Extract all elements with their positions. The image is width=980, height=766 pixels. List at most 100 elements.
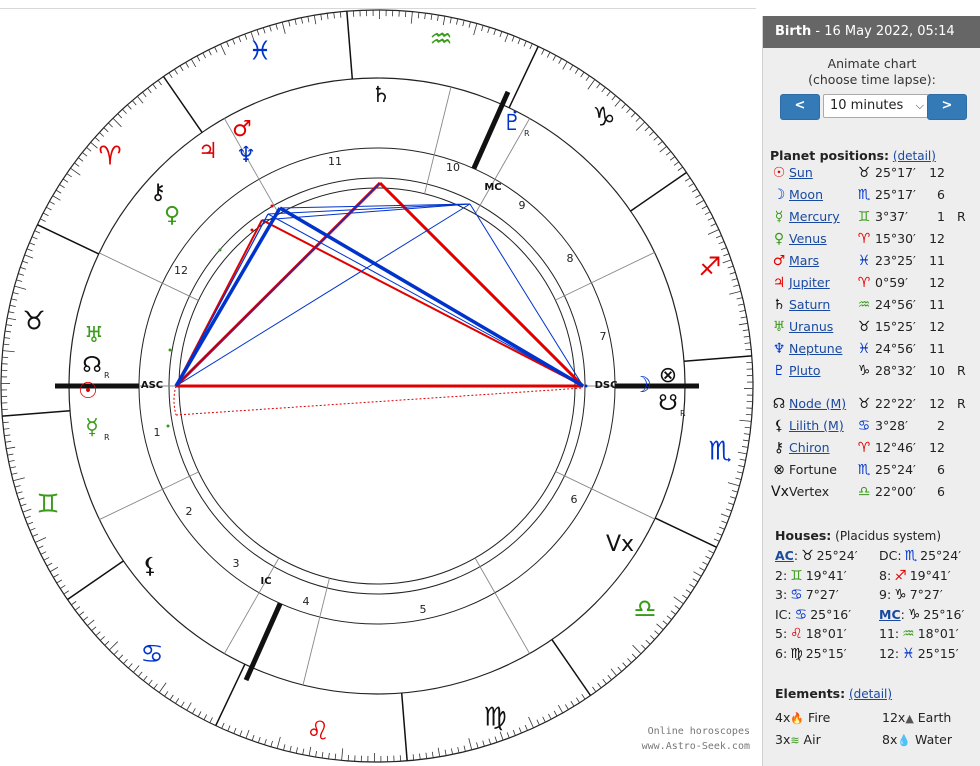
planet-name[interactable]: Node (M) [789, 393, 846, 415]
planet-house: 6 [937, 462, 945, 477]
planet-name[interactable]: Mercury [789, 206, 840, 228]
element-cell: 3x≋ Air [775, 730, 821, 751]
sign-glyph-icon: ♓ [857, 341, 871, 357]
sign-glyph-icon: ♑ [907, 606, 921, 623]
planet-name[interactable]: Saturn [789, 294, 830, 316]
planet-name[interactable]: Lilith (M) [789, 415, 844, 437]
house-degree: 7°27′ [909, 587, 943, 602]
planet-row: ⚷ Chiron ♈ 12°46′ 12 [763, 437, 980, 459]
fire-icon: 🔥 [790, 712, 805, 725]
sign-glyph-icon: ♉ [857, 319, 871, 335]
time-lapse-value: 10 minutes [830, 98, 904, 113]
sign-glyph-icon: ♏ [857, 462, 871, 478]
sign-glyph-icon: ♓ [902, 645, 915, 662]
house-row: 2: ♊ 19°41′ 8: ♐ 19°41′ [775, 566, 980, 586]
zodiac-sign-icon: ♎ [633, 595, 656, 625]
elements-detail-link[interactable]: (detail) [849, 687, 892, 701]
house-degree: 7°27′ [805, 587, 839, 602]
planet-row: ⚸ Lilith (M) ♋ 3°28′ 2 [763, 415, 980, 437]
planet-name[interactable]: Mars [789, 250, 819, 272]
planet-row: ☉ Sun ♉ 25°17′ 12 [763, 162, 980, 184]
planet-degree: 25°17′ [875, 165, 916, 180]
animate-label: Animate chart (choose time lapse): [763, 56, 980, 88]
house-label[interactable]: MC [879, 607, 901, 622]
planet-glyph-icon: ♇ [772, 363, 786, 379]
house-colon: : [782, 626, 788, 641]
planet-row: ☽ Moon ♏ 25°17′ 6 [763, 184, 980, 206]
house-number: 7 [600, 330, 607, 343]
sidebar: Birth - 16 May 2022, 05:14 Animate chart… [762, 16, 980, 766]
retrograde-marker: R [680, 409, 686, 418]
time-lapse-select[interactable]: 10 minutes ⌵ [823, 94, 929, 118]
element-count: 3x [775, 732, 791, 747]
planet-row: ☊ Node (M) ♉ 22°22′ 12 R [763, 393, 980, 415]
planet-retrograde: R [957, 396, 966, 411]
planet-degree: 12°46′ [875, 440, 916, 455]
planet-glyph-icon: ☉ [78, 379, 98, 404]
house-label: 5 [775, 626, 783, 641]
house-label[interactable]: AC [775, 548, 794, 563]
house-degree: 25°15′ [917, 645, 959, 661]
house-degree: 18°01′ [805, 626, 847, 641]
planet-name[interactable]: Neptune [789, 338, 842, 360]
house-label: 9 [879, 587, 887, 602]
planet-name[interactable]: Uranus [789, 316, 833, 338]
chevron-down-icon: ⌵ [915, 99, 924, 112]
house-degree: 19°41′ [909, 567, 951, 583]
planet-name[interactable]: Chiron [789, 437, 830, 459]
planet-glyph-icon: ♂ [232, 117, 252, 142]
planet-glyph-icon: ☊ [82, 353, 102, 378]
natal-chart-wheel: ♓ ♒♑♐♏♎♍♌♋♊♉♈ASC DSCMCIC123456789101112♇ R♄… [0, 9, 754, 763]
planet-house: 12 [929, 319, 945, 334]
planet-glyph-icon: ⚷ [773, 440, 785, 456]
house-colon: : [897, 548, 902, 563]
planet-house: 6 [937, 484, 945, 499]
house-row: IC: ♋ 25°16′ MC: ♑ 25°16′ [775, 605, 980, 625]
prev-button[interactable]: < [780, 94, 820, 120]
planet-row: ♇ Pluto ♑ 28°32′ 10 R [763, 360, 980, 382]
planet-house: 12 [929, 275, 945, 290]
element-cell: 12x▲ Earth [882, 708, 951, 729]
planet-name[interactable]: Jupiter [789, 272, 830, 294]
planet-name[interactable]: Sun [789, 162, 813, 184]
house-label: 6 [775, 645, 783, 661]
houses-heading: Houses: (Placidus system) [775, 528, 941, 543]
planets-title: Planet positions: [770, 148, 890, 163]
planet-row: ♆ Neptune ♓ 24°56′ 11 [763, 338, 980, 360]
house-colon: : [886, 567, 892, 583]
house-degree: 25°15′ [805, 645, 847, 661]
planet-glyph-icon: ♂ [772, 253, 786, 269]
retrograde-marker: R [104, 371, 110, 380]
planet-degree: 15°25′ [875, 319, 916, 334]
sign-glyph-icon: ♑ [857, 363, 871, 379]
house-colon: : [886, 587, 892, 602]
planet-retrograde: R [957, 209, 966, 224]
sign-glyph-icon: ♏ [857, 187, 871, 203]
planet-degree: 22°22′ [875, 396, 916, 411]
houses-title: Houses: [775, 528, 832, 543]
planet-name[interactable]: Pluto [789, 360, 820, 382]
planet-name[interactable]: Venus [789, 228, 827, 250]
sign-glyph-icon: ♍ [790, 645, 803, 662]
house-degree: 25°24′ [920, 548, 962, 563]
next-button[interactable]: > [927, 94, 967, 120]
planet-degree: 24°56′ [875, 341, 916, 356]
house-degree: 18°01′ [917, 626, 959, 641]
house-number: 10 [446, 161, 460, 174]
planet-house: 11 [929, 253, 945, 268]
planet-glyph-icon: ♃ [198, 139, 218, 164]
planet-row: Vx Vertex ♎ 22°00′ 6 [763, 481, 980, 503]
watermark-line-2: www.Astro-Seek.com [641, 741, 750, 752]
planet-glyph-icon: ☽ [772, 187, 786, 203]
planet-glyph-icon: ⚸ [773, 418, 785, 434]
planet-row: ♃ Jupiter ♈ 0°59′ 12 [763, 272, 980, 294]
house-cell: AC: ♉ 25°24′ [775, 546, 858, 566]
house-colon: : [900, 606, 905, 622]
planet-row: ♂ Mars ♓ 23°25′ 11 [763, 250, 980, 272]
planet-marker [270, 204, 274, 208]
house-cell: 5: ♌ 18°01′ [775, 624, 847, 644]
planets-detail-link[interactable]: (detail) [893, 149, 936, 163]
zodiac-sign-icon: ♑ [592, 103, 615, 133]
planet-name[interactable]: Moon [789, 184, 823, 206]
planet-glyph-icon: ♀ [164, 203, 180, 228]
